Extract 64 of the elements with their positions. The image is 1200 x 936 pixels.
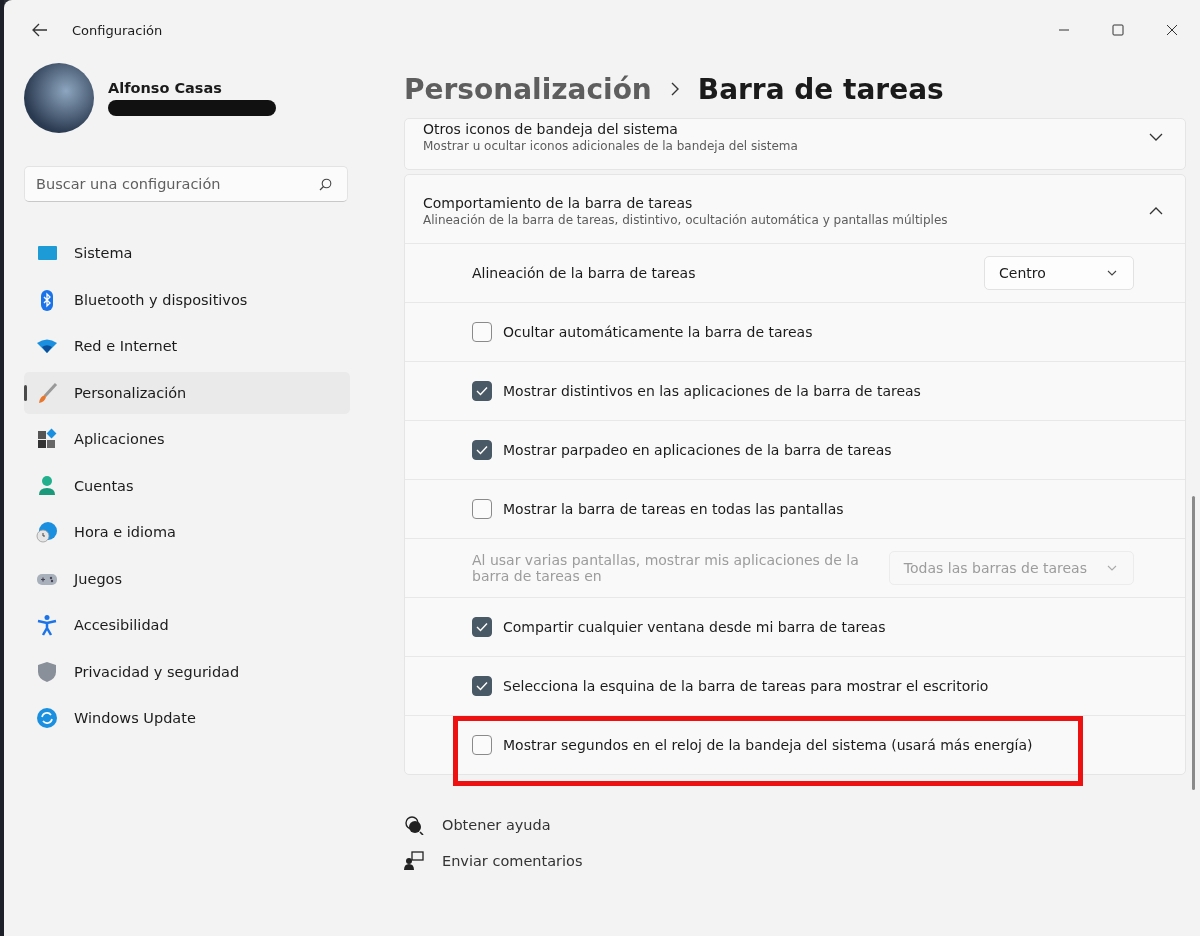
- section-header[interactable]: Comportamiento de la barra de tareas Alineación de la barra de tareas, distintivo, ocultación automática y pantallas múltiples: [405, 175, 1185, 243]
- chevron-down-icon: [1107, 270, 1117, 276]
- checkmark-icon: [476, 681, 488, 691]
- dropdown[interactable]: Centro: [984, 256, 1134, 290]
- checkbox[interactable]: [472, 381, 492, 401]
- checkbox-label: Mostrar parpadeo en aplicaciones de la barra de tareas: [503, 442, 892, 458]
- nav-item[interactable]: Juegos: [24, 557, 350, 600]
- nav-item[interactable]: Hora e idioma: [24, 511, 350, 553]
- help-link[interactable]: Obtener ayuda: [442, 817, 551, 833]
- nav-item[interactable]: Sistema: [24, 232, 350, 274]
- breadcrumb-link[interactable]: Personalización: [404, 72, 652, 106]
- accessibility-icon: [36, 614, 58, 636]
- checkbox[interactable]: [472, 499, 492, 519]
- feedback-icon: [404, 851, 424, 871]
- chevron-down-icon: [1149, 133, 1163, 141]
- checkbox[interactable]: [472, 322, 492, 342]
- apps-icon: [36, 428, 58, 450]
- section-header[interactable]: Otros iconos de bandeja del sistema Mostrar u ocultar iconos adicionales de la bandeja del sistema: [405, 119, 1185, 169]
- nav-item[interactable]: Cuentas: [24, 464, 350, 507]
- checkbox-label: Mostrar distintivos en las aplicaciones de la barra de tareas: [503, 383, 921, 399]
- checkbox[interactable]: [472, 617, 492, 637]
- update-icon: [36, 707, 58, 729]
- brush-icon: [36, 381, 58, 404]
- window-title: Configuración: [72, 22, 163, 38]
- setting-label: Al usar varias pantallas, mostrar mis aplicaciones de la barra de tareas en: [472, 552, 860, 584]
- checkbox-label: Mostrar segundos en el reloj de la bandeja del sistema (usará más energía): [503, 737, 1033, 753]
- help-link[interactable]: Enviar comentarios: [442, 853, 583, 869]
- section-subtitle: Alineación de la barra de tareas, distintivo, ocultación automática y pantallas múltiples: [423, 213, 949, 227]
- maximize-icon[interactable]: [1112, 24, 1124, 36]
- nav-item[interactable]: Personalización: [24, 371, 350, 414]
- checkmark-icon: [476, 445, 488, 455]
- checkmark-icon: [476, 622, 488, 632]
- setting-label: Alineación de la barra de tareas: [472, 265, 696, 281]
- nav-item[interactable]: Privacidad y seguridad: [24, 650, 350, 693]
- nav-item[interactable]: Windows Update: [24, 697, 350, 739]
- checkbox[interactable]: [472, 676, 492, 696]
- checkbox-label: Mostrar la barra de tareas en todas las pantallas: [503, 501, 844, 517]
- user-name: Alfonso Casas: [108, 80, 223, 96]
- checkmark-icon: [476, 386, 488, 396]
- close-icon[interactable]: [1166, 24, 1178, 36]
- checkbox[interactable]: [472, 735, 492, 755]
- nav-item[interactable]: Bluetooth y dispositivos: [24, 278, 350, 321]
- chevron-down-icon: [1107, 565, 1117, 571]
- section-title: Comportamiento de la barra de tareas: [423, 195, 694, 211]
- search-field[interactable]: Buscar una configuración: [24, 166, 348, 202]
- help-icon: [404, 815, 424, 835]
- nav-item[interactable]: Accesibilidad: [24, 604, 350, 646]
- checkbox-label: Compartir cualquier ventana desde mi barra de tareas: [503, 619, 886, 635]
- back-arrow-icon[interactable]: [32, 23, 48, 37]
- search-icon: [319, 178, 332, 191]
- checkbox-label: Selecciona la esquina de la barra de tareas para mostrar el escritorio: [503, 678, 989, 694]
- person-icon: [36, 474, 58, 497]
- section-title: Otros iconos de bandeja del sistema: [423, 121, 679, 137]
- nav-item[interactable]: Aplicaciones: [24, 418, 350, 460]
- nav-item[interactable]: Red e Internet: [24, 325, 350, 367]
- globe-clock-icon: [36, 521, 58, 543]
- chevron-up-icon: [1149, 207, 1163, 215]
- checkbox-label: Ocultar automáticamente la barra de tareas: [503, 324, 813, 340]
- scrollbar-thumb[interactable]: [1191, 496, 1195, 790]
- shield-icon: [36, 660, 58, 683]
- page-title: Barra de tareas: [697, 72, 944, 106]
- checkbox[interactable]: [472, 440, 492, 460]
- chevron-right-icon: [669, 82, 680, 96]
- section-subtitle: Mostrar u ocultar iconos adicionales de la bandeja del sistema: [423, 139, 799, 153]
